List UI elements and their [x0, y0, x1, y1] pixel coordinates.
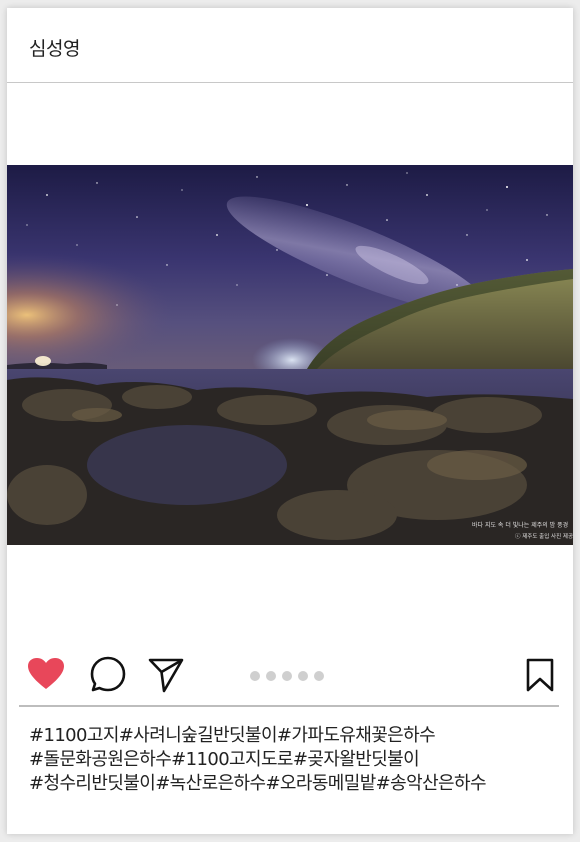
paper-plane-icon[interactable] — [147, 656, 185, 698]
post-photo[interactable]: 바다 지도 속 더 빛나는 제주의 밤 풍경 ⓒ 제주도 출입 사진 제공 — [7, 165, 573, 545]
username[interactable]: 심성영 — [29, 34, 80, 61]
carousel-dot[interactable] — [282, 671, 292, 681]
heart-icon[interactable] — [27, 657, 65, 695]
carousel-indicator — [250, 666, 330, 681]
photo-watermark-line2: ⓒ 제주도 출입 사진 제공 — [515, 532, 573, 540]
carousel-dot[interactable] — [266, 671, 276, 681]
caption-line[interactable]: #1100고지#사려니숲길반딧불이#가파도유채꽃은하수 — [29, 724, 564, 748]
carousel-dot[interactable] — [298, 671, 308, 681]
caption-line[interactable]: #돌문화공원은하수#1100고지도로#곶자왈반딧불이 — [29, 748, 564, 772]
carousel-dot[interactable] — [250, 671, 260, 681]
photo-watermark-line1: 바다 지도 속 더 빛나는 제주의 밤 풍경 — [472, 521, 568, 529]
bookmark-icon[interactable] — [525, 658, 555, 696]
carousel-dot[interactable] — [314, 671, 324, 681]
speech-bubble-icon[interactable] — [89, 655, 127, 697]
post-caption: #1100고지#사려니숲길반딧불이#가파도유채꽃은하수 #돌문화공원은하수#11… — [29, 724, 564, 796]
divider — [19, 705, 559, 707]
post-actions-bar — [7, 648, 573, 698]
caption-line[interactable]: #청수리반딧불이#녹산로은하수#오라동메밀밭#송악산은하수 — [29, 772, 564, 796]
night-sky-photo: 바다 지도 속 더 빛나는 제주의 밤 풍경 ⓒ 제주도 출입 사진 제공 — [7, 165, 573, 545]
post-header: 심성영 — [7, 8, 573, 83]
post-card: 심성영 바다 지도 속 더 빛나는 제주의 밤 풍경 ⓒ 제주도 출입 사진 제… — [7, 8, 573, 834]
